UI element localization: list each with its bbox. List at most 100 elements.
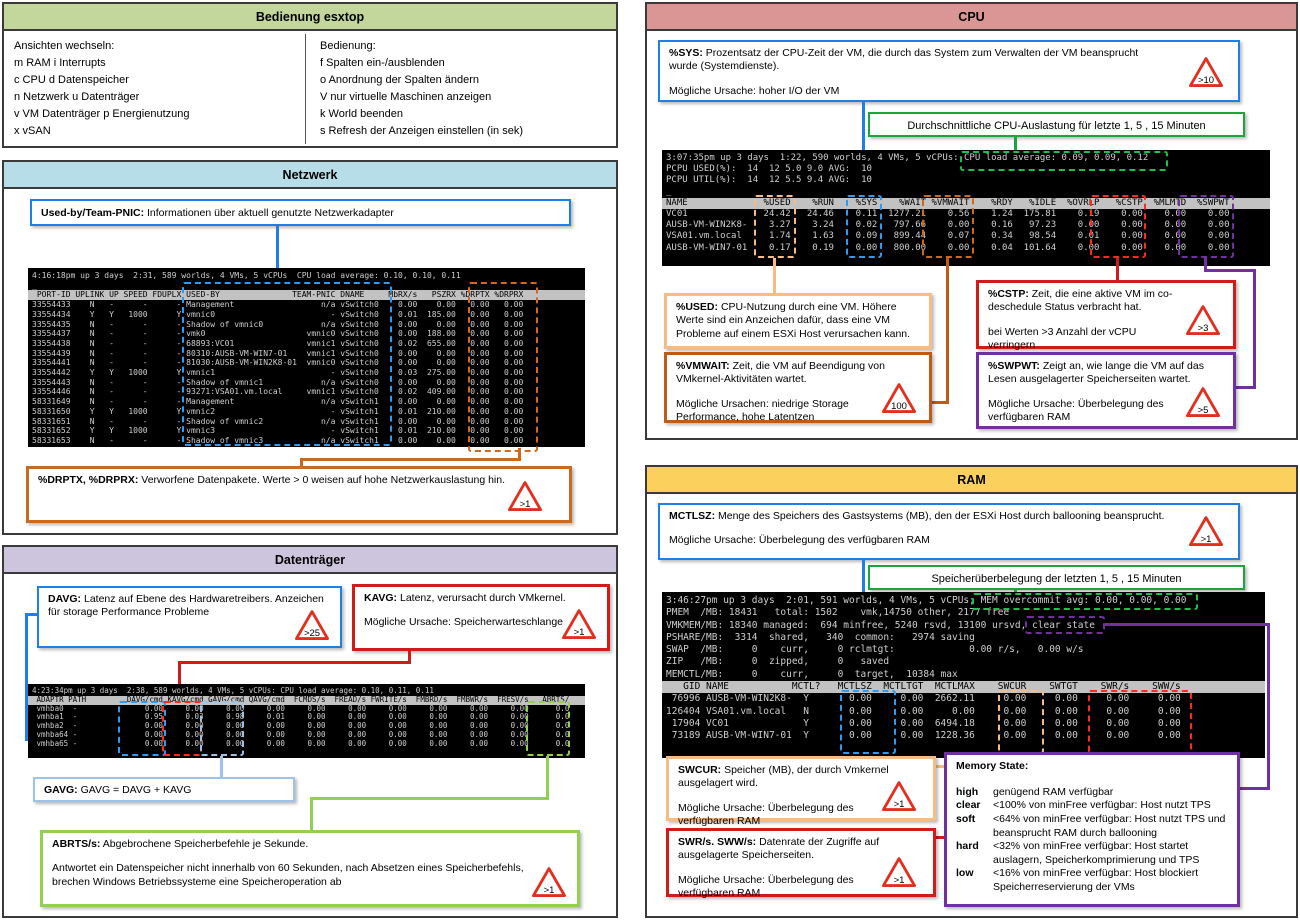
warning-triangle: >1 bbox=[531, 866, 567, 899]
memory-state-desc: <64% von minFree verfügbar: Host nutzt T… bbox=[993, 813, 1228, 840]
swpwt-connector bbox=[1204, 269, 1256, 272]
abrts-connector bbox=[310, 797, 313, 831]
note-cstp: %CSTP: Zeit, die eine aktive VM im co-de… bbox=[976, 280, 1236, 349]
cpu-terminal-rows: VC01 24.42 24.46 0.11 1277.21 0.56 1.24 … bbox=[662, 209, 1270, 254]
memory-state-item: high genügend RAM verfügbar bbox=[956, 786, 1228, 800]
note-abrts-text: Abgebrochene Speicherbefehle je Sekunde. bbox=[103, 838, 309, 850]
note-mctlsz-label: MCTLSZ: bbox=[669, 510, 715, 522]
vmwait-connector bbox=[946, 258, 949, 404]
note-swcur-cause: Mögliche Ursache: Überbelegung des verfü… bbox=[678, 802, 858, 829]
note-swpwt: %SWPWT: Zeigt an, wie lange die VM auf d… bbox=[976, 352, 1236, 429]
netzwerk-terminal-rows: 33554433 N - - - Management n/a vSwitch0… bbox=[28, 300, 585, 446]
esxtop-cheatsheet: Bedienung esxtop Ansichten wechseln: m R… bbox=[0, 0, 1300, 921]
swpwt-connector bbox=[1253, 269, 1256, 389]
warning-triangle: 100 bbox=[881, 382, 917, 415]
panel-ram-header: RAM bbox=[647, 467, 1296, 494]
note-swr-sww: SWR/s. SWW/s: Datenrate der Zugriffe auf… bbox=[666, 828, 936, 897]
warning-triangle: >5 bbox=[1185, 386, 1221, 419]
panel-cpu-header: CPU bbox=[647, 4, 1296, 31]
note-mctlsz: MCTLSZ: Menge des Speichers des Gastsyst… bbox=[658, 503, 1240, 560]
memory-state-key: low bbox=[956, 867, 993, 894]
note-davg-label: DAVG: bbox=[48, 593, 81, 605]
bedienung-views-list: Ansichten wechseln: m RAM i Interrupts c… bbox=[14, 38, 294, 140]
note-memory-state-title: Memory State: bbox=[956, 760, 1228, 774]
cpu-terminal: 3:07:35pm up 3 days 1:22, 590 worlds, 4 … bbox=[662, 150, 1270, 266]
note-gavg-label: GAVG: bbox=[44, 784, 78, 796]
note-davg-text: Latenz auf Ebene des Hardwaretreibers. A… bbox=[48, 593, 324, 618]
abrts-connector bbox=[546, 756, 549, 800]
note-usedby-label: Used-by/Team-PNIC: bbox=[41, 207, 144, 219]
memory-state-item: hard <32% von minFree verfügbar: Host st… bbox=[956, 840, 1228, 867]
note-used-label: %USED: bbox=[676, 301, 718, 313]
note-swr-sww-label: SWR/s. SWW/s: bbox=[678, 836, 756, 848]
memstate-connector bbox=[1267, 623, 1270, 790]
note-davg: DAVG: Latenz auf Ebene des Hardwaretreib… bbox=[37, 586, 342, 648]
note-drptx: %DRPTX, %DRPRX: Verworfene Datenpakete. … bbox=[26, 466, 572, 523]
warning-triangle: >25 bbox=[294, 609, 330, 642]
memory-state-desc: genügend RAM verfügbar bbox=[993, 786, 1113, 800]
warning-triangle: >1 bbox=[881, 856, 917, 889]
note-kavg: KAVG: Latenz, verursacht durch VMkernel.… bbox=[352, 584, 610, 651]
note-vmwait-label: %VMWAIT: bbox=[676, 360, 730, 372]
note-memory-state: Memory State: high genügend RAM verfügba… bbox=[944, 752, 1240, 907]
panel-ram-title: RAM bbox=[957, 473, 985, 487]
note-usedby-text: Informationen über aktuell genutzte Netz… bbox=[147, 207, 394, 219]
note-swpwt-cause: Mögliche Ursache: Überbelegung des verfü… bbox=[988, 398, 1168, 425]
note-sys-text: Prozentsatz der CPU-Zeit der VM, die dur… bbox=[669, 47, 1138, 72]
note-vmwait: %VMWAIT: Zeit, die VM auf Beendigung von… bbox=[664, 352, 932, 423]
memstate-connector bbox=[1240, 787, 1270, 790]
datentraeger-terminal: 4:23:34pm up 3 days 2:38, 589 worlds, 4 … bbox=[28, 684, 585, 758]
note-cpu-loadavg-text: Durchschnittliche CPU-Auslastung für let… bbox=[879, 119, 1234, 133]
netzwerk-terminal-top: 4:16:18pm up 3 days 2:31, 589 worlds, 4 … bbox=[28, 271, 585, 290]
memory-state-desc: <16% von minFree verfügbar: Host blockie… bbox=[993, 867, 1228, 894]
warning-triangle: >1 bbox=[507, 480, 543, 513]
note-cpu-loadavg: Durchschnittliche CPU-Auslastung für let… bbox=[868, 112, 1245, 137]
note-ram-overcommit: Speicherüberbelegung der letzten 1, 5 , … bbox=[868, 565, 1245, 590]
warning-triangle: >3 bbox=[1185, 304, 1221, 337]
memory-state-key: soft bbox=[956, 813, 993, 840]
gavg-connector bbox=[220, 756, 223, 778]
panel-bedienung-title: Bedienung esxtop bbox=[256, 10, 364, 24]
memory-state-desc: <100% von minFree verfügbar: Host nutzt … bbox=[993, 799, 1211, 813]
note-swcur-label: SWCUR: bbox=[678, 764, 721, 776]
cpu-terminal-top: 3:07:35pm up 3 days 1:22, 590 worlds, 4 … bbox=[662, 153, 1270, 198]
note-drptx-text: Verworfene Datenpakete. Werte > 0 weisen… bbox=[141, 474, 505, 486]
ram-terminal: 3:46:27pm up 3 days 2:01, 591 worlds, 4 … bbox=[662, 592, 1265, 758]
memory-state-item: low <16% von minFree verfügbar: Host blo… bbox=[956, 867, 1228, 894]
note-cstp-label: %CSTP: bbox=[988, 288, 1029, 300]
panel-netzwerk-title: Netzwerk bbox=[283, 168, 338, 182]
memory-state-item: clear <100% von minFree verfügbar: Host … bbox=[956, 799, 1228, 813]
netzwerk-terminal-colheader: PORT-ID UPLINK UP SPEED FDUPLX USED-BY T… bbox=[28, 290, 585, 300]
used-connector bbox=[773, 258, 776, 294]
abrts-connector bbox=[310, 797, 549, 800]
netzwerk-terminal: 4:16:18pm up 3 days 2:31, 589 worlds, 4 … bbox=[28, 268, 585, 447]
panel-cpu-title: CPU bbox=[958, 10, 984, 24]
ram-terminal-colheader: GID NAME MCTL? MCTLSZ MCTLTGT MCTLMAX SW… bbox=[662, 681, 1265, 693]
cstp-connector bbox=[1116, 258, 1119, 282]
memstate-connector bbox=[1105, 623, 1270, 626]
note-usedby: Used-by/Team-PNIC: Informationen über ak… bbox=[30, 199, 571, 226]
note-swr-sww-cause: Mögliche Ursache: Überbelegung des verfü… bbox=[678, 874, 858, 901]
note-used: %USED: CPU-Nutzung durch eine VM. Höhere… bbox=[664, 293, 932, 349]
note-sys-label: %SYS: bbox=[669, 47, 703, 59]
swpwt-connector bbox=[1236, 386, 1256, 389]
bedienung-keys-list: Bedienung: f Spalten ein-/ausblenden o A… bbox=[320, 38, 610, 140]
note-drptx-label: %DRPTX, %DRPRX: bbox=[38, 474, 138, 486]
note-abrts: ABRTS/s: Abgebrochene Speicherbefehle je… bbox=[40, 830, 580, 907]
note-vmwait-cause: Mögliche Ursachen: niedrige Storage Perf… bbox=[676, 398, 866, 425]
ram-terminal-rows: 76996 AUSB-VM-WIN2K8- Y 0.00 0.00 2662.1… bbox=[662, 693, 1265, 742]
note-cstp-hint: bei Werten >3 Anzahl der vCPU verringern bbox=[988, 326, 1178, 353]
panel-netzwerk-header: Netzwerk bbox=[4, 162, 616, 189]
warning-triangle: >1 bbox=[1188, 515, 1224, 548]
note-ram-overcommit-text: Speicherüberbelegung der letzten 1, 5 , … bbox=[879, 572, 1234, 586]
bedienung-divider bbox=[305, 34, 306, 144]
note-swcur: SWCUR: Speicher (MB), der durch Vmkernel… bbox=[666, 756, 936, 821]
note-mctlsz-cause: Mögliche Ursache: Überbelegung des verfü… bbox=[669, 534, 1229, 547]
panel-datentraeger-title: Datenträger bbox=[275, 553, 345, 567]
ram-terminal-top: 3:46:27pm up 3 days 2:01, 591 worlds, 4 … bbox=[662, 595, 1265, 681]
memory-state-key: high bbox=[956, 786, 993, 800]
note-gavg-text: GAVG = DAVG + KAVG bbox=[81, 784, 192, 796]
kavg-connector bbox=[178, 661, 411, 664]
warning-triangle: >1 bbox=[881, 780, 917, 813]
panel-bedienung-header: Bedienung esxtop bbox=[4, 4, 616, 31]
